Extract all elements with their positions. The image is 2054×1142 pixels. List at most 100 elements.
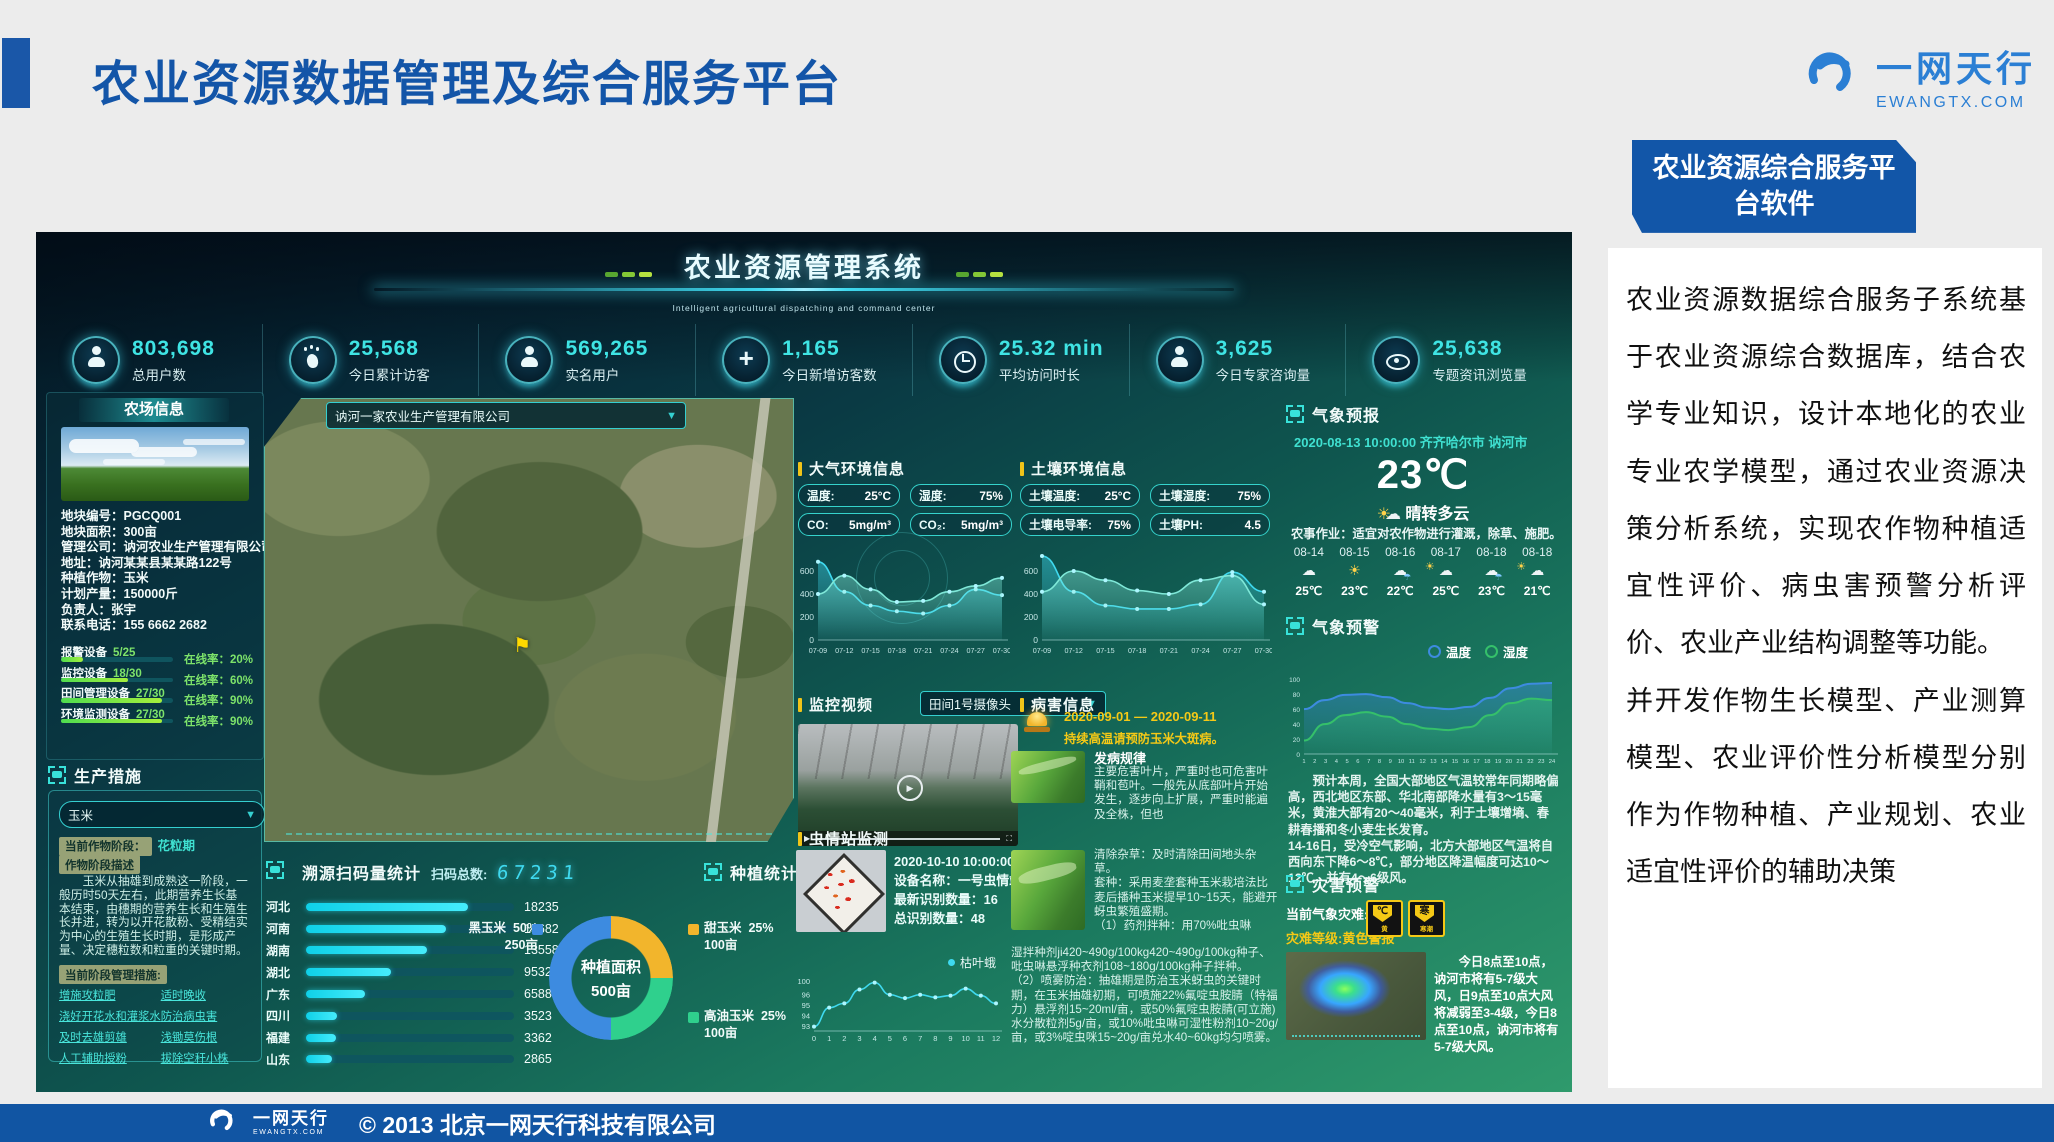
forecast-day: 08-17☀☁25℃: [1423, 545, 1469, 598]
page-title: 农业资源数据管理及综合服务平台: [92, 44, 842, 114]
video-header: 监控视频: [798, 694, 873, 715]
disaster-heatmap: [1286, 952, 1426, 1040]
measure-link[interactable]: 适时晚收: [161, 987, 253, 1003]
svg-text:0: 0: [1033, 635, 1038, 645]
svg-text:6: 6: [1356, 759, 1359, 765]
pill-value: 75%: [1107, 518, 1131, 532]
stat-label: 今日专家咨询量: [1216, 364, 1311, 384]
pest-device: 设备名称：一号虫情站: [894, 871, 1022, 890]
measure-link[interactable]: 浇好开花水和灌浆水: [59, 1008, 161, 1024]
svg-text:100: 100: [797, 977, 810, 986]
atmosphere-chart: 020040060007-0907-1207-1507-1807-2107-24…: [792, 540, 1010, 661]
aphid-thumbnail[interactable]: [1011, 850, 1085, 930]
svg-text:93: 93: [802, 1022, 810, 1031]
pest-trap-image[interactable]: [796, 850, 886, 932]
map-dashed-line: [286, 833, 772, 835]
footer-logo-name: 一网天行: [253, 1110, 329, 1127]
scan-bar: [306, 1034, 514, 1042]
decor-dashes-right: [954, 264, 1005, 282]
stat-item: 1,165今日新增访客数: [695, 324, 912, 396]
svg-text:07-30: 07-30: [1255, 646, 1272, 655]
stage-description: 玉米从抽雄到成熟这一阶段，一般历时50天左右，此期营养生长基本结束，由穗期的营养…: [59, 875, 249, 958]
description-panel: 农业资源数据综合服务子系统基于农业资源综合数据库，结合农学专业知识，设计本地化的…: [1608, 248, 2042, 1088]
eye-icon: [1374, 338, 1418, 382]
scan-province: 湖北: [266, 964, 304, 981]
scan-value: 2865: [524, 1052, 552, 1066]
crop-select[interactable]: 玉米 ▼: [59, 801, 265, 828]
scan-province: 广东: [266, 986, 304, 1003]
donut-center-value: 500亩: [549, 980, 673, 1001]
dashboard-header: 农业资源管理系统 Intelligent agricultural dispat…: [36, 246, 1572, 313]
svg-text:07-27: 07-27: [1223, 646, 1241, 655]
scan-province: 山东: [266, 1051, 304, 1068]
farm-field: 地块编号：PGCQ001: [61, 509, 253, 525]
decor-glow-line: [374, 288, 1234, 291]
soil-title: 土壤环境信息: [1031, 458, 1127, 479]
measures-label-tag: 当前阶段管理措施:: [59, 965, 167, 984]
measure-link[interactable]: 浅锄莫伤根: [161, 1029, 253, 1045]
stage-desc-tag: 作物阶段描述: [59, 855, 140, 874]
svg-text:200: 200: [800, 612, 814, 622]
plus-icon: [722, 336, 770, 384]
cloud-icon: ☁: [1439, 562, 1453, 578]
svg-text:2: 2: [842, 1034, 846, 1043]
title-accent-bar: [2, 38, 30, 108]
measure-link[interactable]: 人工辅助授粉: [59, 1050, 161, 1066]
fullscreen-icon[interactable]: ⛶: [1006, 834, 1012, 844]
svg-text:8: 8: [933, 1034, 937, 1043]
side-banner: 农业资源综合服务平台软件: [1632, 140, 1916, 233]
device-progress: [61, 719, 173, 724]
svg-text:95: 95: [802, 1001, 810, 1010]
warning-legend: 温度 湿度: [1428, 642, 1528, 661]
svg-text:11: 11: [977, 1034, 985, 1043]
production-header: 生产措施: [48, 763, 142, 787]
stat-value: 25,638: [1432, 337, 1527, 361]
scan-row: 湖南13558: [266, 940, 594, 962]
map-marker-icon[interactable]: ⚑: [513, 633, 531, 658]
pest-chart: 939495961000123456789101112: [792, 966, 1004, 1049]
play-icon[interactable]: ▶: [897, 775, 923, 801]
measure-link[interactable]: 及时去雄剪雄: [59, 1029, 161, 1045]
person-icon: [1156, 336, 1204, 384]
forecast-date: 08-15: [1332, 545, 1378, 559]
svg-text:1: 1: [1302, 759, 1305, 765]
production-title: 生产措施: [74, 763, 142, 787]
scan-header: 溯源扫码量统计 扫码总数: 67231: [266, 860, 580, 884]
device-row: 监控设备18/30在线率：60%: [61, 664, 253, 685]
donut-label-black-corn: 黑玉米 50%250亩: [468, 920, 538, 954]
farm-photo: [61, 427, 249, 501]
bracket-icon: [704, 863, 722, 881]
stat-item: 3,625 今日专家咨询量: [1129, 324, 1346, 396]
svg-text:07-12: 07-12: [835, 646, 853, 655]
satellite-map[interactable]: ⚑: [264, 398, 794, 842]
forecast-day-temp: 22℃: [1377, 584, 1423, 598]
company-select[interactable]: 讷河一家农业生产管理有限公司 ▼: [326, 402, 686, 429]
cold-wave-badge: 寒 寒潮: [1408, 900, 1445, 937]
footer-logo-domain: EWANGTX.COM: [253, 1129, 329, 1136]
stat-item: 25,638专题资讯浏览量: [1345, 324, 1562, 396]
logo-swoosh-icon: [1800, 46, 1862, 107]
pest-note-a: 清除杂草：及时清除田间地头杂草。 套种：采用麦垄套种玉米栽培法比麦后播种玉米提早…: [1094, 848, 1278, 933]
measure-link[interactable]: 拔除空秆小株: [161, 1050, 253, 1066]
disaster-text: 今日8点至10点，讷河市将有5-7级大风，日9点至10点大风将减弱至3-4级，今…: [1434, 954, 1560, 1056]
stat-value: 3,625: [1216, 337, 1311, 361]
pill-value: 4.5: [1245, 518, 1261, 532]
device-row: 报警设备5/25在线率：20%: [61, 643, 253, 664]
svg-text:15: 15: [1452, 759, 1458, 765]
measures-list: 增施攻粒肥适时晚收浇好开花水和灌浆水防治病虫害及时去雄剪雄浅锄莫伤根人工辅助授粉…: [59, 987, 251, 1066]
disease-thumbnail[interactable]: [1011, 751, 1085, 803]
clock-icon: [939, 336, 987, 384]
forecast-day-temp: 21℃: [1514, 584, 1560, 598]
footer-logo-icon: [205, 1106, 239, 1141]
forecast-title: 气象预报: [1312, 402, 1380, 426]
svg-text:100: 100: [1289, 677, 1300, 684]
svg-text:07-15: 07-15: [1096, 646, 1114, 655]
production-panel: 玉米 ▼ 当前作物阶段：花粒期 作物阶段描述 玉米从抽雄到成熟这一阶段，一般历时…: [48, 790, 262, 1062]
bracket-icon: [1286, 617, 1304, 635]
scan-value: 18235: [524, 900, 559, 914]
pest-header: 虫情站监测: [798, 828, 889, 849]
scan-value: 9532: [524, 965, 552, 979]
measure-link[interactable]: 防治病虫害: [161, 1008, 253, 1024]
clock-icon: [941, 338, 985, 382]
measure-link[interactable]: 增施攻粒肥: [59, 987, 161, 1003]
